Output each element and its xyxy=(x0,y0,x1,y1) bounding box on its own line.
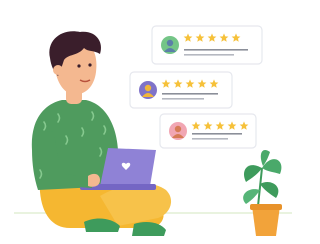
avatar-head xyxy=(166,39,174,47)
foot xyxy=(132,222,166,236)
plant-pot-rim xyxy=(250,204,282,210)
review-illustration xyxy=(0,0,299,244)
person-with-laptop xyxy=(31,31,172,236)
avatar-head xyxy=(144,84,152,92)
illustration-canvas xyxy=(14,25,292,236)
eye xyxy=(88,63,92,67)
review-card xyxy=(159,113,257,149)
review-text-line xyxy=(184,54,234,56)
review-text-line xyxy=(192,138,228,140)
plant-leaf xyxy=(243,165,262,182)
plant-pot xyxy=(252,206,280,236)
review-text-line xyxy=(162,93,218,95)
plant-leaf xyxy=(260,181,279,198)
ear xyxy=(53,65,63,75)
eye xyxy=(77,64,81,68)
review-text-line xyxy=(184,49,248,51)
review-card xyxy=(129,71,233,109)
review-cards xyxy=(129,25,263,149)
review-text-line xyxy=(162,98,204,100)
review-text-line xyxy=(192,133,242,135)
potted-plant xyxy=(243,149,282,236)
review-card xyxy=(151,25,263,65)
avatar-head xyxy=(174,125,182,133)
